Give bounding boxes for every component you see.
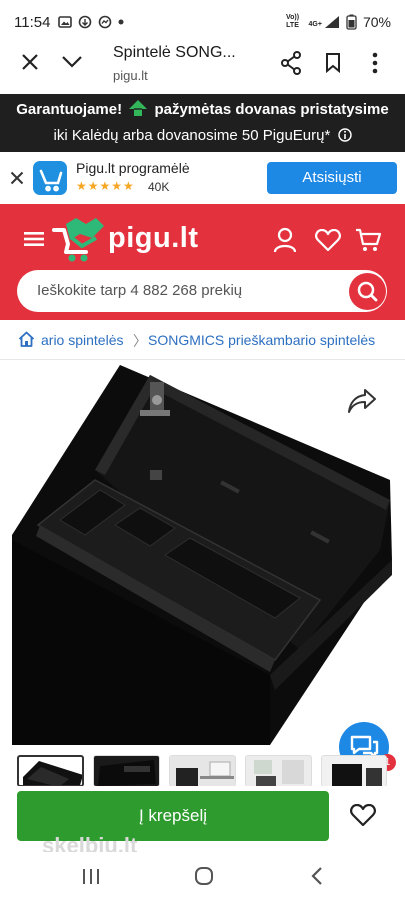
network-type-label: 4G+	[308, 21, 322, 28]
heart-icon[interactable]	[315, 229, 341, 251]
cart-icon[interactable]	[355, 228, 381, 252]
promo-banner[interactable]: Garantuojame! pažymėtas dovanas pristaty…	[0, 94, 405, 152]
browser-toolbar: Spintelė SONG... pigu.lt	[0, 36, 405, 94]
promo-delivery-text: pažymėtas dovanas pristatysime	[154, 101, 389, 118]
menu-icon[interactable]	[24, 231, 44, 247]
thumbnail-3[interactable]	[169, 755, 236, 787]
status-time: 11:54	[14, 13, 51, 31]
more-notifications-dot	[118, 19, 124, 25]
messenger-icon	[99, 15, 112, 29]
green-arrow-icon	[129, 100, 148, 116]
screen: 11:54 Vo)) LTE 4G+ 70% Spintelė SONG... …	[0, 0, 405, 900]
app-rating-stars: ★★★★★	[76, 179, 135, 193]
site-logo-text[interactable]: pigu.lt	[108, 222, 198, 255]
more-menu-icon[interactable]	[372, 52, 378, 74]
browser-page-title[interactable]: Spintelė SONG...	[113, 44, 236, 62]
app-name: Pigu.lt programėlė	[76, 160, 190, 176]
download-app-button[interactable]: Atsisiųsti	[267, 162, 397, 194]
product-image[interactable]	[0, 360, 405, 745]
signal-icon	[324, 16, 339, 28]
app-logo-icon	[33, 161, 67, 195]
breadcrumb-separator: 〉	[133, 333, 147, 349]
breadcrumb-item-songmics[interactable]: SONGMICS prieškambario spintelės	[148, 332, 375, 348]
status-notification-icons	[58, 15, 124, 29]
search-icon	[357, 281, 378, 302]
gallery-icon	[58, 16, 73, 28]
data-saver-icon	[79, 15, 92, 29]
volte-indicator: Vo)) LTE	[285, 14, 300, 29]
drawer-photo	[0, 360, 405, 745]
thumbnail-4[interactable]	[245, 755, 312, 787]
thumbnail-2[interactable]	[93, 755, 160, 787]
close-banner-icon[interactable]	[10, 171, 24, 185]
battery-icon	[346, 14, 357, 30]
network-4g-indicator: 4G+	[309, 15, 340, 29]
promo-pigueuros-text: iki Kalėdų arba dovanosime 50 PiguEurų*	[53, 127, 331, 144]
chevron-down-icon[interactable]	[61, 55, 83, 69]
home-button-icon[interactable]	[194, 866, 214, 886]
share-product-icon[interactable]	[348, 388, 376, 414]
info-icon[interactable]	[337, 128, 352, 142]
home-icon[interactable]	[18, 331, 35, 347]
promo-guarantee-text: Garantuojame!	[16, 101, 123, 118]
pigu-logo-icon[interactable]	[52, 216, 106, 262]
breadcrumb-item-cabinets[interactable]: ario spintelės	[41, 332, 124, 348]
thumbnail-5[interactable]	[321, 755, 387, 787]
search-button[interactable]	[349, 273, 386, 310]
battery-level: 70%	[362, 14, 391, 30]
app-review-count: 40K	[148, 180, 170, 194]
recent-apps-icon[interactable]	[82, 868, 100, 885]
promo-line-2: iki Kalėdų arba dovanosime 50 PiguEurų*	[0, 123, 405, 149]
user-icon[interactable]	[273, 227, 297, 253]
thumbnail-1[interactable]	[17, 755, 84, 787]
status-right: Vo)) LTE 4G+ 70%	[283, 14, 391, 30]
promo-line-1: Garantuojame! pažymėtas dovanas pristaty…	[0, 97, 405, 123]
browser-url[interactable]: pigu.lt	[113, 68, 148, 83]
back-icon[interactable]	[310, 866, 324, 886]
close-icon[interactable]	[21, 53, 39, 71]
search-input[interactable]: Ieškokite tarp 4 882 268 prekių	[37, 282, 242, 299]
bookmark-icon[interactable]	[325, 52, 341, 73]
wishlist-heart-icon[interactable]	[350, 804, 376, 826]
share-icon[interactable]	[280, 51, 302, 75]
